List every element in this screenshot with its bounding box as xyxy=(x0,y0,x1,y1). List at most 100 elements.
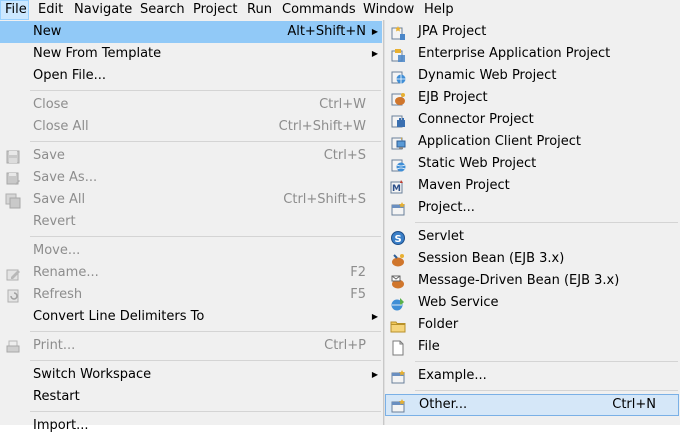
folder-icon xyxy=(390,318,406,334)
submenu-item-label: Project... xyxy=(418,200,475,215)
menu-item-label: Save xyxy=(33,148,65,163)
submenu-item-label: Maven Project xyxy=(418,178,510,193)
menu-item-close-all[interactable]: Close All Ctrl+Shift+W xyxy=(0,116,382,138)
menu-item-shortcut: Ctrl+Shift+S xyxy=(283,192,366,207)
app-client-project-icon xyxy=(390,135,406,151)
menu-separator xyxy=(30,236,381,237)
menu-item-label: Close xyxy=(33,97,69,112)
menu-separator xyxy=(30,90,381,91)
svg-text:S: S xyxy=(395,234,402,245)
menu-item-label: Close All xyxy=(33,119,89,134)
menu-separator xyxy=(30,411,381,412)
menu-item-label: Print... xyxy=(33,338,76,353)
submenu-item-label: JPA Project xyxy=(418,24,487,39)
ejb-project-icon xyxy=(390,91,406,107)
submenu-item-message-driven-bean[interactable]: Message-Driven Bean (EJB 3.x) xyxy=(385,270,679,292)
submenu-item-jpa-project[interactable]: JPA Project xyxy=(385,21,679,43)
submenu-item-session-bean[interactable]: Session Bean (EJB 3.x) xyxy=(385,248,679,270)
web-project-icon xyxy=(390,69,406,85)
menu-item-label: Save All xyxy=(33,192,86,207)
menu-item-label: Revert xyxy=(33,214,76,229)
new-submenu: JPA Project Enterprise Application Proje… xyxy=(384,20,680,425)
submenu-item-example[interactable]: Example... xyxy=(385,365,679,387)
submenu-item-label: Example... xyxy=(418,368,487,383)
menu-item-label: New xyxy=(33,24,62,39)
refresh-icon xyxy=(5,288,21,304)
menu-bar: File Edit Navigate Search Project Run Co… xyxy=(0,0,680,20)
menu-item-label: Move... xyxy=(33,243,81,258)
menu-item-shortcut: Alt+Shift+N xyxy=(287,24,366,39)
menu-item-switch-workspace[interactable]: Switch Workspace ▶ xyxy=(0,364,382,386)
menu-item-save[interactable]: Save Ctrl+S xyxy=(0,145,382,167)
menu-item-rename[interactable]: Rename... F2 xyxy=(0,262,382,284)
file-menu: New Alt+Shift+N ▶ New From Template ▶ Op… xyxy=(0,20,384,433)
submenu-arrow-icon: ▶ xyxy=(371,27,378,36)
svg-text:M: M xyxy=(392,184,401,194)
menu-run[interactable]: Run xyxy=(247,0,272,20)
menu-item-label: Convert Line Delimiters To xyxy=(33,309,205,324)
submenu-item-project[interactable]: Project... xyxy=(385,197,679,219)
menu-item-label: Rename... xyxy=(33,265,99,280)
submenu-item-web-service[interactable]: Web Service xyxy=(385,292,679,314)
menu-file[interactable]: File xyxy=(0,0,29,20)
submenu-item-label: Folder xyxy=(418,317,459,332)
menu-item-restart[interactable]: Restart xyxy=(0,386,382,408)
menu-item-shortcut: Ctrl+P xyxy=(324,338,366,353)
menu-separator xyxy=(415,361,678,362)
menu-item-shortcut: Ctrl+Shift+W xyxy=(278,119,366,134)
rename-icon xyxy=(5,266,21,282)
submenu-arrow-icon: ▶ xyxy=(371,312,378,321)
menu-separator xyxy=(415,390,678,391)
submenu-item-ejb-project[interactable]: EJB Project xyxy=(385,87,679,109)
menu-project[interactable]: Project xyxy=(193,0,237,20)
menu-item-shortcut: Ctrl+W xyxy=(319,97,366,112)
menu-item-refresh[interactable]: Refresh F5 xyxy=(0,284,382,306)
menu-item-save-all[interactable]: Save All Ctrl+Shift+S xyxy=(0,189,382,211)
menu-item-shortcut: F2 xyxy=(350,265,366,280)
menu-item-label: Save As... xyxy=(33,170,98,185)
menu-item-open-file[interactable]: Open File... xyxy=(0,65,382,87)
menu-help[interactable]: Help xyxy=(424,0,454,20)
submenu-item-label: File xyxy=(418,339,440,354)
menu-item-label: New From Template xyxy=(33,46,162,61)
menu-item-revert[interactable]: Revert xyxy=(0,211,382,233)
save-all-icon xyxy=(5,193,21,209)
menu-edit[interactable]: Edit xyxy=(38,0,63,20)
menu-item-import[interactable]: Import... xyxy=(0,415,382,437)
menu-navigate[interactable]: Navigate xyxy=(74,0,132,20)
menu-item-print[interactable]: Print... Ctrl+P xyxy=(0,335,382,357)
menu-commands[interactable]: Commands xyxy=(282,0,356,20)
menu-window[interactable]: Window xyxy=(363,0,414,20)
submenu-item-file[interactable]: File xyxy=(385,336,679,358)
submenu-item-servlet[interactable]: S Servlet xyxy=(385,226,679,248)
submenu-item-connector-project[interactable]: Connector Project xyxy=(385,109,679,131)
submenu-item-other[interactable]: Other... Ctrl+N xyxy=(385,394,679,416)
submenu-item-dynamic-web-project[interactable]: Dynamic Web Project xyxy=(385,65,679,87)
menu-item-close[interactable]: Close Ctrl+W xyxy=(0,94,382,116)
file-icon xyxy=(390,340,406,356)
example-wizard-icon xyxy=(390,369,406,385)
servlet-icon: S xyxy=(390,230,406,246)
save-as-icon xyxy=(5,171,21,187)
jpa-project-icon xyxy=(390,25,406,41)
menu-item-new[interactable]: New Alt+Shift+N ▶ xyxy=(0,21,382,43)
project-wizard-icon xyxy=(390,201,406,217)
menu-item-label: Restart xyxy=(33,389,80,404)
submenu-item-shortcut: Ctrl+N xyxy=(612,397,656,412)
web-service-icon xyxy=(390,296,406,312)
submenu-item-enterprise-application-project[interactable]: Enterprise Application Project xyxy=(385,43,679,65)
menu-item-move[interactable]: Move... xyxy=(0,240,382,262)
menu-item-save-as[interactable]: Save As... xyxy=(0,167,382,189)
maven-project-icon: M xyxy=(390,179,406,195)
menu-item-convert-line-delimiters[interactable]: Convert Line Delimiters To ▶ xyxy=(0,306,382,328)
submenu-item-static-web-project[interactable]: Static Web Project xyxy=(385,153,679,175)
submenu-item-folder[interactable]: Folder xyxy=(385,314,679,336)
submenu-item-application-client-project[interactable]: Application Client Project xyxy=(385,131,679,153)
submenu-item-label: Message-Driven Bean (EJB 3.x) xyxy=(418,273,620,288)
menu-search[interactable]: Search xyxy=(140,0,185,20)
menu-item-new-from-template[interactable]: New From Template ▶ xyxy=(0,43,382,65)
menu-separator xyxy=(415,222,678,223)
submenu-item-maven-project[interactable]: M Maven Project xyxy=(385,175,679,197)
submenu-item-label: Application Client Project xyxy=(418,134,582,149)
submenu-item-label: EJB Project xyxy=(418,90,488,105)
